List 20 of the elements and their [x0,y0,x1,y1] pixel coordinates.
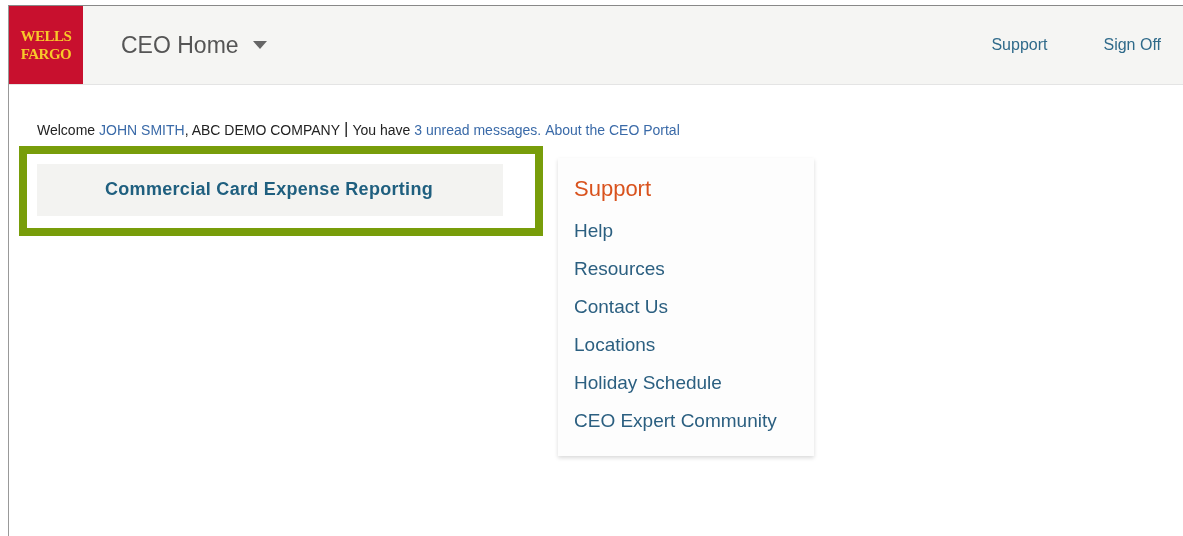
greeting-text: Welcome [37,122,96,138]
panel-link[interactable]: Help [574,212,614,250]
message-count-text: You have [352,122,411,138]
panel-link[interactable]: Resources [574,250,665,288]
panel-title: Support [574,176,652,202]
panel-link[interactable]: Contact Us [574,288,668,326]
logo[interactable]: WELLS FARGO [9,6,83,84]
service-link[interactable]: Commercial Card Expense Reporting [37,164,503,216]
header-link[interactable]: Sign Off [1103,36,1161,54]
separator-text: | [344,122,349,138]
panel-link[interactable]: CEO Expert Community [574,402,777,440]
company-text: , ABC DEMO COMPANY [184,122,340,138]
header-link[interactable]: Support [991,36,1048,54]
about-link[interactable]: About the CEO Portal [545,122,680,138]
panel-link[interactable]: Holiday Schedule [574,364,722,402]
caret-icon [252,41,267,49]
home-menu-button[interactable]: CEO Home [121,31,267,59]
panel-link[interactable]: Locations [574,326,656,364]
user-name-link[interactable]: JOHN SMITH [99,122,185,138]
unread-messages-link[interactable]: 3 unread messages. [414,122,542,138]
